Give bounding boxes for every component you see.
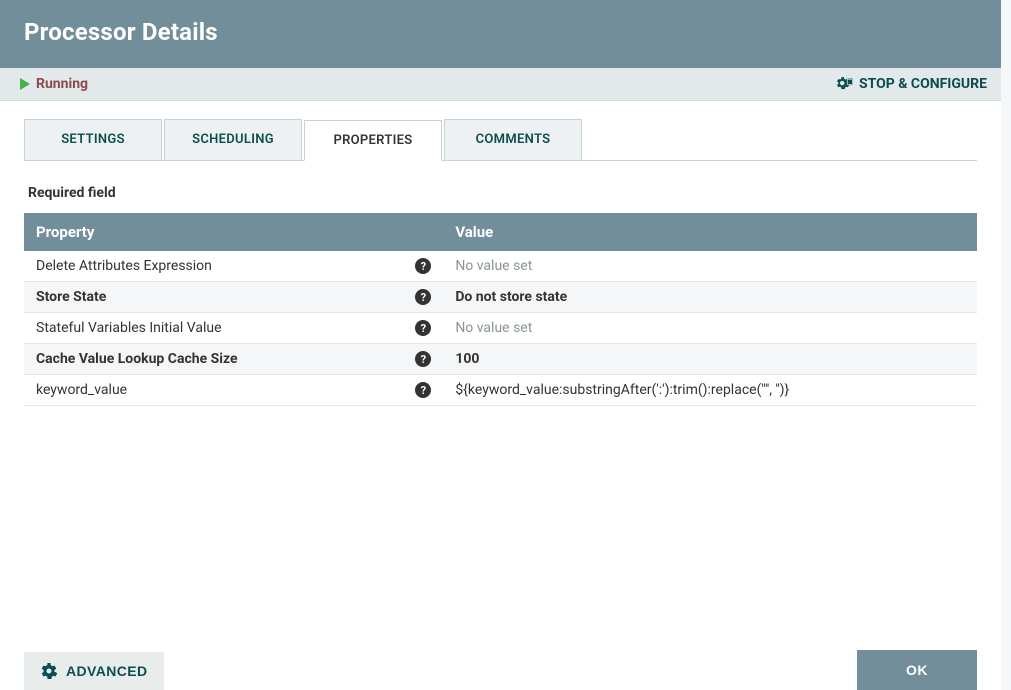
property-cell: Cache Value Lookup Cache Size? xyxy=(24,344,443,375)
property-value: ${keyword_value:substringAfter(':'):trim… xyxy=(455,382,789,398)
actions-cell xyxy=(872,282,977,313)
value-cell[interactable]: Do not store state xyxy=(443,282,872,313)
tab-scheduling[interactable]: SCHEDULING xyxy=(164,119,302,160)
help-icon[interactable]: ? xyxy=(415,351,431,367)
property-name: Stateful Variables Initial Value xyxy=(36,320,222,336)
table-row[interactable]: Stateful Variables Initial Value? No valu… xyxy=(24,313,977,344)
tab-label: SETTINGS xyxy=(61,132,125,147)
help-icon[interactable]: ? xyxy=(415,289,431,305)
property-value: No value set xyxy=(455,320,532,336)
gear-stop-icon xyxy=(835,76,853,92)
table-row[interactable]: Store State? Do not store state xyxy=(24,282,977,313)
actions-cell xyxy=(872,375,977,406)
property-name: Store State xyxy=(36,289,106,305)
help-icon[interactable]: ? xyxy=(415,320,431,336)
tab-label: PROPERTIES xyxy=(333,133,412,148)
actions-cell xyxy=(872,313,977,344)
help-icon[interactable]: ? xyxy=(415,382,431,398)
column-header-value: Value xyxy=(443,213,872,251)
stop-and-configure-button[interactable]: STOP & CONFIGURE xyxy=(835,76,987,92)
property-cell: Stateful Variables Initial Value? xyxy=(24,313,443,344)
advanced-label: ADVANCED xyxy=(66,663,148,679)
table-row[interactable]: Cache Value Lookup Cache Size? 100 xyxy=(24,344,977,375)
properties-table-body: Delete Attributes Expression? No value se… xyxy=(24,251,977,406)
tab-label: SCHEDULING xyxy=(192,132,274,147)
stop-configure-label: STOP & CONFIGURE xyxy=(859,76,987,92)
tab-comments[interactable]: COMMENTS xyxy=(444,119,582,160)
property-name: Delete Attributes Expression xyxy=(36,258,212,274)
property-cell: Store State? xyxy=(24,282,443,313)
content-area: SETTINGS SCHEDULING PROPERTIES COMMENTS Req… xyxy=(0,101,1001,644)
dialog-header: Processor Details xyxy=(0,0,1001,68)
property-cell: Delete Attributes Expression? xyxy=(24,251,443,282)
tabs-bar: SETTINGS SCHEDULING PROPERTIES COMMENTS xyxy=(24,119,977,161)
value-cell[interactable]: ${keyword_value:substringAfter(':'):trim… xyxy=(443,375,872,406)
column-header-property: Property xyxy=(24,213,443,251)
ok-button[interactable]: OK xyxy=(857,650,977,690)
property-value: Do not store state xyxy=(455,289,567,305)
column-header-actions xyxy=(872,213,977,251)
property-name: keyword_value xyxy=(36,382,127,398)
dialog-title: Processor Details xyxy=(24,18,977,46)
status-bar: Running STOP & CONFIGURE xyxy=(0,68,1001,101)
tab-label: COMMENTS xyxy=(476,132,551,147)
help-icon[interactable]: ? xyxy=(415,258,431,274)
property-name: Cache Value Lookup Cache Size xyxy=(36,351,238,367)
actions-cell xyxy=(872,251,977,282)
property-value: No value set xyxy=(455,258,532,274)
gear-icon xyxy=(40,662,58,680)
table-row[interactable]: Delete Attributes Expression? No value se… xyxy=(24,251,977,282)
right-edge-scrollspace xyxy=(1001,0,1011,690)
status-indicator: Running xyxy=(20,76,88,92)
tab-settings[interactable]: SETTINGS xyxy=(24,119,162,160)
required-field-label: Required field xyxy=(28,185,977,201)
value-cell[interactable]: No value set xyxy=(443,251,872,282)
actions-cell xyxy=(872,344,977,375)
status-text: Running xyxy=(36,76,88,92)
properties-table: Property Value Delete Attributes Express… xyxy=(24,213,977,406)
processor-details-dialog: Processor Details Running STOP & CONFIGU… xyxy=(0,0,1001,690)
property-cell: keyword_value? xyxy=(24,375,443,406)
tab-properties[interactable]: PROPERTIES xyxy=(304,120,442,161)
value-cell[interactable]: No value set xyxy=(443,313,872,344)
property-value: 100 xyxy=(455,351,479,367)
running-icon xyxy=(20,78,30,90)
value-cell[interactable]: 100 xyxy=(443,344,872,375)
advanced-button[interactable]: ADVANCED xyxy=(24,652,164,690)
table-header-row: Property Value xyxy=(24,213,977,251)
dialog-footer: ADVANCED OK xyxy=(0,644,1001,690)
table-row[interactable]: keyword_value? ${keyword_value:substringA… xyxy=(24,375,977,406)
